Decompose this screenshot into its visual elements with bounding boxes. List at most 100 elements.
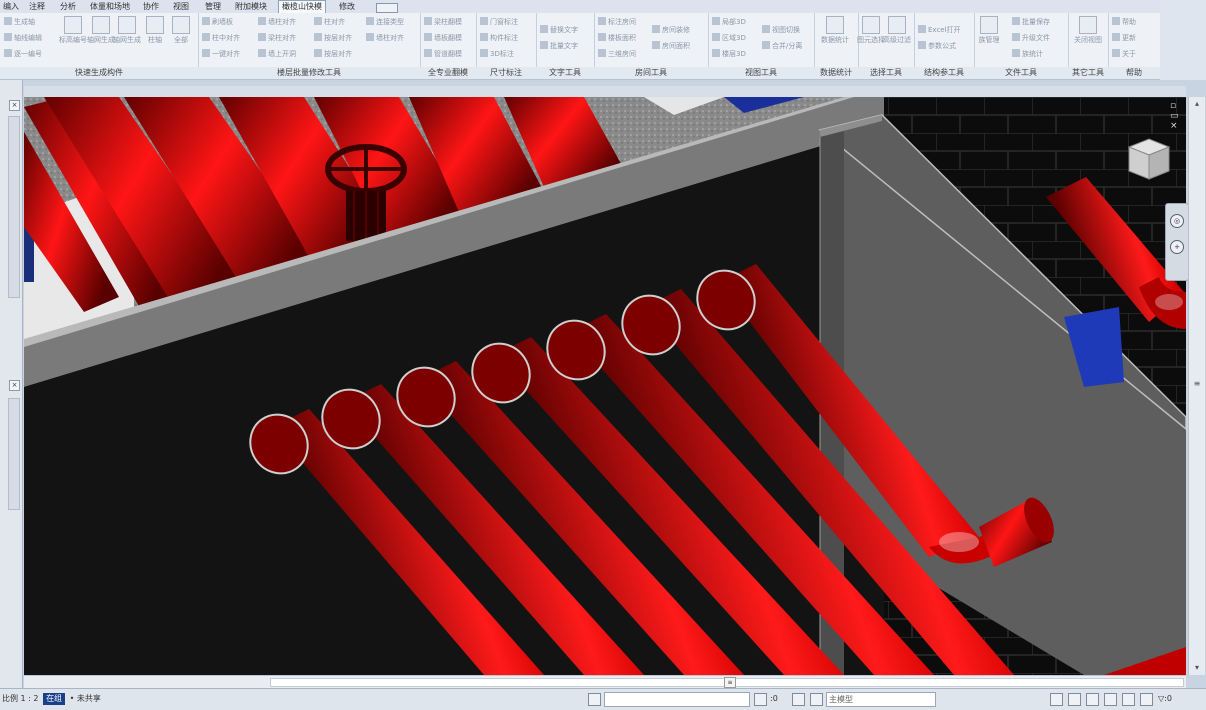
ribbon-big-button[interactable]: 全部: [172, 16, 190, 44]
zoom-icon[interactable]: +: [1170, 240, 1184, 254]
ribbon-item[interactable]: 批量保存: [1012, 17, 1050, 27]
ribbon-item[interactable]: 管道翻模: [424, 49, 462, 59]
ribbon-item[interactable]: 替换文字: [540, 25, 578, 35]
ribbon-item[interactable]: 逐一编号: [4, 49, 42, 59]
ribbon-item[interactable]: 视图切换: [762, 25, 800, 35]
steering-wheel-icon[interactable]: ◎: [1170, 214, 1184, 228]
ribbon-big-button[interactable]: 标高编号: [59, 16, 87, 44]
restore-icon[interactable]: ▭: [1170, 111, 1179, 121]
ribbon-item[interactable]: 更新: [1112, 33, 1136, 43]
ribbon-item[interactable]: 柱中对齐: [202, 33, 240, 43]
ribbon-item[interactable]: 一键对齐: [202, 49, 240, 59]
ribbon-big-button[interactable]: 图元选择: [857, 16, 885, 44]
ribbon-item[interactable]: 墙板翻模: [424, 33, 462, 43]
ribbon-item[interactable]: 柱对齐: [314, 17, 345, 27]
ribbon-big-button[interactable]: 高级过滤: [883, 16, 911, 44]
tab-massing[interactable]: 体量和场地: [87, 1, 133, 13]
tab-view[interactable]: 视图: [170, 1, 192, 13]
ribbon-item[interactable]: 标注房间: [598, 17, 636, 27]
close-icon[interactable]: ×: [9, 100, 20, 111]
panel-view-tools: 局部3D 区域3D 楼层3D 视图切换 合并/分离 视图工具: [708, 13, 815, 79]
properties-scrollbar[interactable]: [8, 116, 20, 298]
scroll-down-icon[interactable]: ▾: [1191, 663, 1203, 673]
scroll-up-icon[interactable]: ▴: [1191, 99, 1203, 109]
ribbon-item[interactable]: 合并/分离: [762, 41, 802, 51]
ribbon-item[interactable]: 连接类型: [366, 17, 404, 27]
ribbon-item[interactable]: 帮助: [1112, 17, 1136, 27]
ribbon-item[interactable]: 区域3D: [712, 33, 746, 43]
tab-ganlanshan[interactable]: 橄榄山快模: [278, 0, 326, 13]
workset-icon[interactable]: [588, 693, 601, 706]
select-underlay-icon[interactable]: [1086, 693, 1099, 706]
ribbon-item[interactable]: 局部3D: [712, 17, 746, 27]
workset-field[interactable]: [604, 692, 750, 707]
filter-icon[interactable]: [810, 693, 823, 706]
ribbon-item[interactable]: 墙柱对齐: [366, 33, 404, 43]
workset-badge[interactable]: 在组: [43, 693, 66, 705]
close-icon[interactable]: ×: [9, 380, 20, 391]
floor-icon: [598, 33, 606, 41]
ribbon-item[interactable]: 房间装修: [652, 25, 690, 35]
select-links-icon[interactable]: [1068, 693, 1081, 706]
ribbon-item[interactable]: 关于: [1112, 49, 1136, 59]
ribbon-item[interactable]: 按层对齐: [314, 33, 352, 43]
ribbon-item[interactable]: 房间面积: [652, 41, 690, 51]
select-by-face-icon[interactable]: [1122, 693, 1135, 706]
scroll-grip-icon[interactable]: ≡: [1191, 379, 1203, 389]
ribbon-item[interactable]: 刷墙板: [202, 17, 233, 27]
ribbon-item[interactable]: 门窗标注: [480, 17, 518, 27]
ribbon-item[interactable]: 参数公式: [918, 41, 956, 51]
help-icon: [1112, 17, 1120, 25]
design-options-icon[interactable]: [792, 693, 805, 706]
ribbon-item[interactable]: 梁柱翻模: [424, 17, 462, 27]
tab-modify[interactable]: 修改: [336, 1, 358, 13]
ribbon-tab-bar: 编入 注释 分析 体量和场地 协作 视图 管理 附加模块 橄榄山快模 修改: [0, 0, 1206, 13]
ribbon-item[interactable]: 墙柱对齐: [258, 17, 296, 27]
ribbon-item[interactable]: 墙上开洞: [258, 49, 296, 59]
view-cube[interactable]: [1119, 133, 1177, 194]
ribbon-item[interactable]: 楼板面积: [598, 33, 636, 43]
ribbon-big-button[interactable]: 族管理: [979, 16, 1000, 44]
scroll-grip-icon[interactable]: ≡: [724, 677, 736, 688]
ribbon-big-button[interactable]: 柱轴: [146, 16, 164, 44]
tab-analyze[interactable]: 分析: [57, 1, 79, 13]
ribbon-item[interactable]: 三维房间: [598, 49, 636, 59]
panel-help: 帮助 更新 关于 帮助: [1108, 13, 1160, 79]
scale-value[interactable]: 1 : 2: [21, 694, 39, 703]
design-option-select[interactable]: 主模型: [826, 692, 936, 707]
ribbon-item[interactable]: Excel打开: [918, 25, 961, 35]
ribbon-item[interactable]: 3D标注: [480, 49, 514, 59]
ribbon-item[interactable]: 按层对齐: [314, 49, 352, 59]
ribbon-item[interactable]: 梁柱对齐: [258, 33, 296, 43]
ribbon-minimize-toggle[interactable]: [376, 3, 398, 13]
statistics-icon: [826, 16, 844, 34]
ribbon-item[interactable]: 构件标注: [480, 33, 518, 43]
ribbon-big-button[interactable]: 数据统计: [821, 16, 849, 44]
browser-scrollbar[interactable]: [8, 398, 20, 510]
drag-elements-icon[interactable]: [1140, 693, 1153, 706]
tab-annotate[interactable]: 注释: [26, 1, 48, 13]
tab-manage[interactable]: 管理: [202, 1, 224, 13]
ribbon-big-button[interactable]: 关闭视图: [1074, 16, 1102, 44]
ribbon-item[interactable]: 族统计: [1012, 49, 1043, 59]
ribbon-item[interactable]: 轴线编辑: [4, 33, 42, 43]
link-icon[interactable]: [1050, 693, 1063, 706]
3d-viewport[interactable]: ▫ ▭ ×: [24, 97, 1186, 675]
minimize-icon[interactable]: ▫: [1170, 101, 1176, 111]
editable-only-icon[interactable]: [754, 693, 767, 706]
ribbon-item[interactable]: 升级文件: [1012, 33, 1050, 43]
ribbon-big-button[interactable]: 轴网生成: [87, 16, 115, 44]
select-pinned-icon[interactable]: [1104, 693, 1117, 706]
tab-addins[interactable]: 附加模块: [232, 1, 270, 13]
tab-collaborate[interactable]: 协作: [140, 1, 162, 13]
vertical-scrollbar[interactable]: ▴ ≡ ▾: [1188, 97, 1205, 675]
excel-icon: [918, 25, 926, 33]
close-icon[interactable]: ×: [1170, 121, 1178, 131]
horizontal-scrollbar[interactable]: ≡: [24, 675, 1186, 688]
ribbon-item[interactable]: 楼层3D: [712, 49, 746, 59]
ribbon-item[interactable]: 批量文字: [540, 41, 578, 51]
tab-insert[interactable]: 编入: [0, 1, 22, 13]
panel-label: 视图工具: [708, 67, 814, 79]
ribbon-item[interactable]: 生成轴: [4, 17, 35, 27]
ribbon-big-button[interactable]: 轴网生成: [113, 16, 141, 44]
